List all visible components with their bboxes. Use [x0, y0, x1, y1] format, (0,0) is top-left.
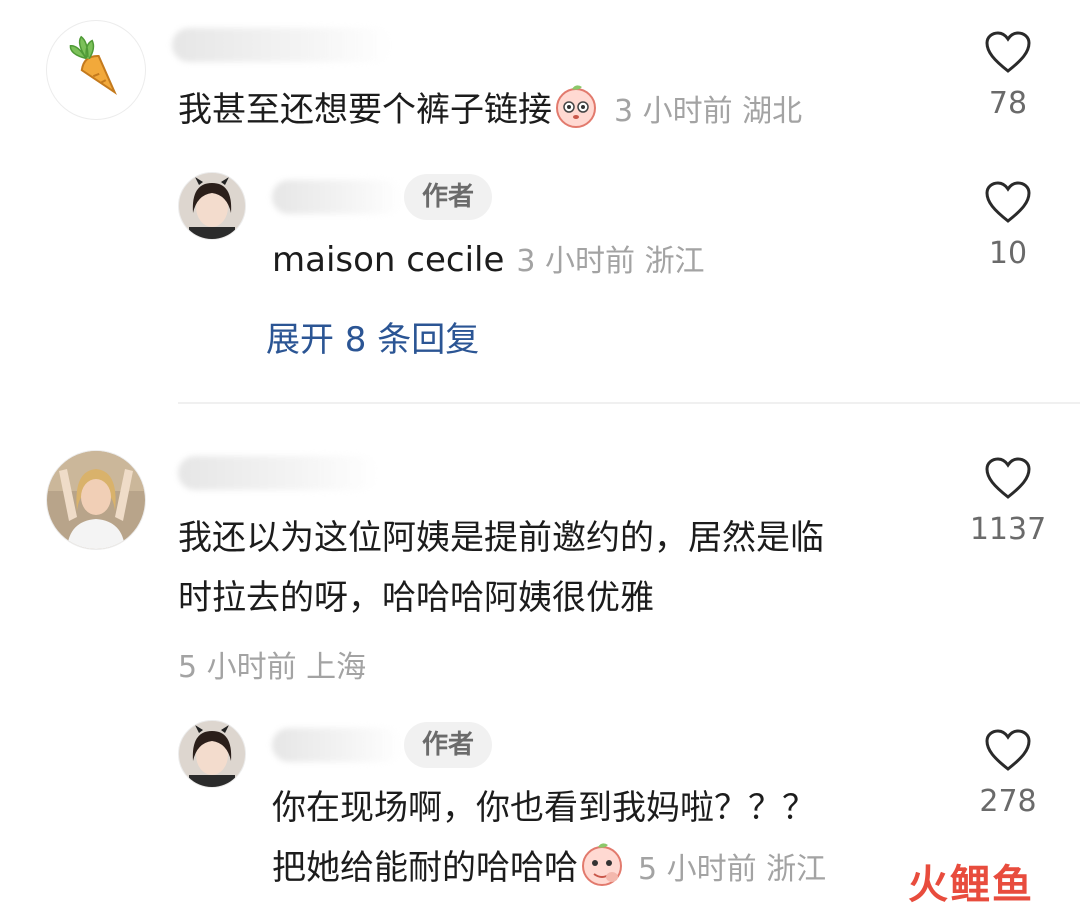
author-badge: 作者	[404, 174, 493, 220]
like-button[interactable]: 10	[968, 180, 1048, 271]
author-badge: 作者	[404, 722, 493, 768]
username-redacted[interactable]	[172, 28, 392, 62]
like-button[interactable]: 278	[968, 728, 1048, 819]
reply-text-line2: 把她给能耐的哈哈哈	[272, 848, 578, 888]
comment-time: 3 小时前	[614, 94, 733, 129]
expand-replies-link[interactable]: 展开 8 条回复	[266, 312, 479, 361]
username-redacted[interactable]	[272, 728, 402, 762]
like-count: 1137	[969, 512, 1047, 547]
user-photo	[179, 721, 245, 787]
comment-text-line2: 时拉去的呀，哈哈哈阿姨很优雅	[178, 578, 654, 618]
reply-time: 5 小时前	[638, 852, 757, 887]
like-button[interactable]: 1137	[968, 456, 1048, 547]
like-count: 278	[979, 784, 1037, 819]
user-photo	[47, 451, 145, 549]
comment-location: 上海	[306, 650, 367, 685]
watermark-logo: 火鲤鱼	[908, 862, 1034, 908]
heart-icon	[985, 181, 1031, 223]
comment-time: 5 小时前	[178, 650, 297, 685]
username-redacted[interactable]	[272, 180, 402, 214]
avatar[interactable]	[178, 172, 246, 240]
peach-emoji	[580, 841, 624, 887]
reply-location: 浙江	[644, 244, 705, 279]
comment-location: 湖北	[742, 94, 803, 129]
comment-text: 我甚至还想要个裤子链接	[178, 90, 552, 130]
like-count: 10	[988, 236, 1028, 271]
carrot-icon	[69, 35, 117, 95]
comment-text-line1: 我还以为这位阿姨是提前邀约的，居然是临	[178, 518, 824, 558]
reply-time: 3 小时前	[516, 244, 636, 279]
heart-icon	[985, 31, 1031, 73]
peach-emoji	[554, 83, 598, 129]
avatar[interactable]	[46, 20, 146, 120]
avatar[interactable]	[178, 720, 246, 788]
username-redacted[interactable]	[178, 456, 378, 490]
divider	[178, 402, 1080, 404]
reply-text-line1: 你在现场啊，你也看到我妈啦？？？	[272, 788, 816, 828]
heart-icon	[985, 729, 1031, 771]
heart-icon	[985, 457, 1031, 499]
like-button[interactable]: 78	[968, 30, 1048, 121]
reply-location: 浙江	[766, 852, 827, 887]
user-photo	[179, 173, 245, 239]
like-count: 78	[988, 86, 1028, 121]
reply-text: maison cecile	[272, 240, 505, 280]
avatar[interactable]	[46, 450, 146, 550]
